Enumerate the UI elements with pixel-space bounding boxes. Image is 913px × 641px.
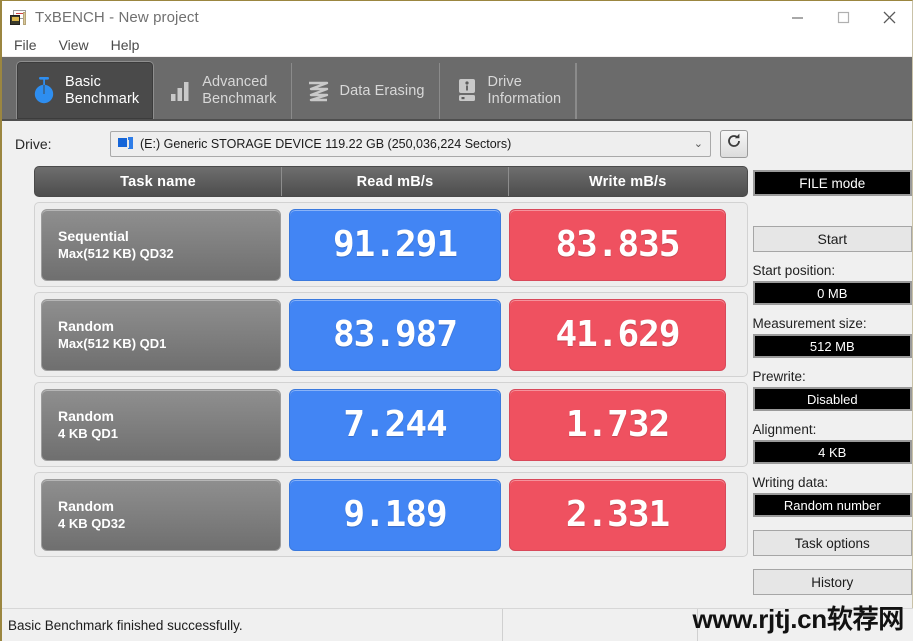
history-button[interactable]: History xyxy=(753,569,912,595)
menu-bar: File View Help xyxy=(2,34,912,57)
task-name-cell: Random 4 KB QD32 xyxy=(41,479,281,551)
menu-item-view[interactable]: View xyxy=(56,36,100,55)
watermark: www.rjtj.cn软荐网 xyxy=(692,599,904,636)
shred-wave-icon xyxy=(304,78,334,104)
close-button[interactable] xyxy=(866,1,912,34)
tab-divider xyxy=(576,63,577,119)
task-options-button[interactable]: Task options xyxy=(753,530,912,556)
measurement-size-value[interactable]: 512 MB xyxy=(753,334,912,358)
write-value: 2.331 xyxy=(509,479,726,551)
drive-label: Drive: xyxy=(15,136,110,152)
tab-label: Basic Benchmark xyxy=(65,74,139,108)
read-value: 9.189 xyxy=(289,479,501,551)
prewrite-value[interactable]: Disabled xyxy=(753,387,912,411)
status-cell-2 xyxy=(502,609,697,641)
app-icon xyxy=(10,10,28,26)
task-name-line1: Random xyxy=(58,317,280,335)
title-bar: TxBENCH - New project xyxy=(2,1,912,34)
table-row[interactable]: Sequential Max(512 KB) QD32 91.291 83.83… xyxy=(34,202,748,287)
drive-selected-value: (E:) Generic STORAGE DEVICE 119.22 GB (2… xyxy=(140,137,694,151)
column-header-write: Write mB/s xyxy=(508,167,747,196)
prewrite-label: Prewrite: xyxy=(753,369,912,384)
window-title: TxBENCH - New project xyxy=(35,9,199,26)
tab-label: Drive Information xyxy=(488,74,562,108)
read-value: 83.987 xyxy=(289,299,501,371)
writing-data-value[interactable]: Random number xyxy=(753,493,912,517)
hard-drive-icon xyxy=(452,77,482,105)
menu-item-file[interactable]: File xyxy=(11,36,48,55)
write-value: 83.835 xyxy=(509,209,726,281)
task-name-line2: 4 KB QD1 xyxy=(58,425,280,443)
drive-icon xyxy=(118,137,134,150)
refresh-button[interactable] xyxy=(720,130,748,158)
status-message: Basic Benchmark finished successfully. xyxy=(2,609,502,641)
start-button[interactable]: Start xyxy=(753,226,912,252)
task-name-line2: 4 KB QD32 xyxy=(58,515,280,533)
task-name-cell: Sequential Max(512 KB) QD32 xyxy=(41,209,281,281)
task-name-cell: Random 4 KB QD1 xyxy=(41,389,281,461)
measurement-size-label: Measurement size: xyxy=(753,316,912,331)
options-panel: FILE mode Start Start position: 0 MB Mea… xyxy=(748,166,912,574)
drive-bar: Drive: (E:) Generic STORAGE DEVICE 119.2… xyxy=(2,121,912,166)
tab-drive-information[interactable]: Drive Information xyxy=(440,63,577,119)
column-header-task-name: Task name xyxy=(35,167,281,196)
write-value: 1.732 xyxy=(509,389,726,461)
column-header-read: Read mB/s xyxy=(281,167,508,196)
main-content: Task name Read mB/s Write mB/s Sequentia… xyxy=(2,166,912,574)
menu-item-help[interactable]: Help xyxy=(108,36,151,55)
bar-chart-icon xyxy=(166,78,196,104)
stopwatch-icon xyxy=(29,76,59,106)
table-row[interactable]: Random 4 KB QD32 9.189 2.331 xyxy=(34,472,748,557)
start-position-label: Start position: xyxy=(753,263,912,278)
chevron-down-icon: ⌄ xyxy=(694,137,706,150)
start-position-value[interactable]: 0 MB xyxy=(753,281,912,305)
tab-label: Advanced Benchmark xyxy=(202,74,276,108)
table-header: Task name Read mB/s Write mB/s xyxy=(34,166,748,197)
task-name-line1: Random xyxy=(58,407,280,425)
writing-data-label: Writing data: xyxy=(753,475,912,490)
read-value: 7.244 xyxy=(289,389,501,461)
txbench-window: TxBENCH - New project File View Help xyxy=(0,0,913,641)
maximize-button[interactable] xyxy=(820,1,866,34)
file-mode-button[interactable]: FILE mode xyxy=(753,170,912,196)
window-controls xyxy=(774,1,912,34)
table-row[interactable]: Random Max(512 KB) QD1 83.987 41.629 xyxy=(34,292,748,377)
tab-basic-benchmark[interactable]: Basic Benchmark xyxy=(16,61,154,119)
minimize-button[interactable] xyxy=(774,1,820,34)
tab-data-erasing[interactable]: Data Erasing xyxy=(292,63,440,119)
tab-strip: Basic Benchmark Advanced Benchmark Data … xyxy=(2,57,912,121)
write-value: 41.629 xyxy=(509,299,726,371)
tab-advanced-benchmark[interactable]: Advanced Benchmark xyxy=(154,63,291,119)
alignment-label: Alignment: xyxy=(753,422,912,437)
task-name-line2: Max(512 KB) QD32 xyxy=(58,245,280,263)
results-panel: Task name Read mB/s Write mB/s Sequentia… xyxy=(2,166,748,574)
task-name-cell: Random Max(512 KB) QD1 xyxy=(41,299,281,371)
refresh-icon xyxy=(725,132,743,155)
task-name-line2: Max(512 KB) QD1 xyxy=(58,335,280,353)
tab-label: Data Erasing xyxy=(340,83,425,100)
alignment-value[interactable]: 4 KB xyxy=(753,440,912,464)
table-row[interactable]: Random 4 KB QD1 7.244 1.732 xyxy=(34,382,748,467)
read-value: 91.291 xyxy=(289,209,501,281)
task-name-line1: Sequential xyxy=(58,227,280,245)
results-rows: Sequential Max(512 KB) QD32 91.291 83.83… xyxy=(34,202,748,557)
drive-select[interactable]: (E:) Generic STORAGE DEVICE 119.22 GB (2… xyxy=(110,131,711,157)
task-name-line1: Random xyxy=(58,497,280,515)
